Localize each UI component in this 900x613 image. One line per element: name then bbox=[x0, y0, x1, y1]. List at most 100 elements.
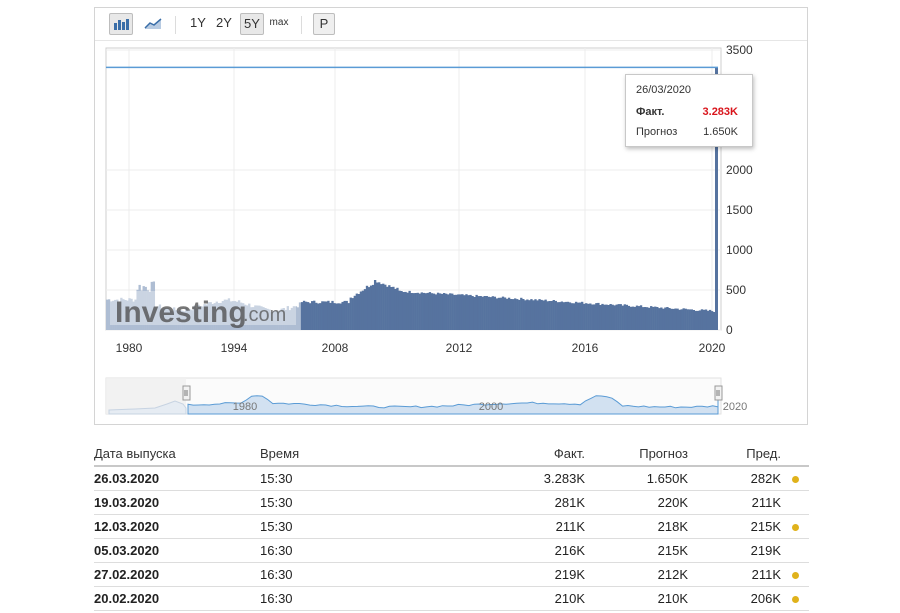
row-previous: 282K bbox=[688, 466, 781, 491]
row-time: 16:30 bbox=[260, 562, 460, 587]
chart-bar bbox=[672, 308, 675, 330]
row-actual: 216K bbox=[460, 538, 585, 563]
chart-bar bbox=[601, 303, 604, 330]
chart-bar bbox=[481, 296, 484, 330]
chart-bar bbox=[497, 297, 501, 330]
chart-bar bbox=[520, 297, 523, 330]
row-date: 27.02.2020 bbox=[94, 562, 260, 587]
chart-bar bbox=[487, 296, 490, 330]
chart-bar bbox=[418, 293, 421, 330]
chart-bar bbox=[550, 301, 553, 330]
chart-bar bbox=[428, 292, 432, 330]
row-actual: 281K bbox=[460, 490, 585, 515]
chart-bar bbox=[676, 308, 679, 330]
chart-bar bbox=[386, 286, 389, 330]
header-time[interactable]: Время bbox=[260, 441, 460, 467]
chart-bar bbox=[544, 299, 547, 330]
chart-bar bbox=[505, 298, 509, 330]
chart-bar bbox=[526, 299, 529, 330]
revision-dot-icon bbox=[791, 524, 799, 531]
row-forecast: 220K bbox=[585, 490, 688, 515]
header-forecast[interactable]: Прогноз bbox=[585, 441, 688, 467]
chart-bar bbox=[503, 297, 507, 330]
chart-bar bbox=[597, 302, 600, 330]
chart-bar bbox=[479, 296, 482, 330]
chart-bar bbox=[654, 306, 657, 330]
chart-bar bbox=[398, 290, 401, 330]
chart-bar bbox=[353, 295, 356, 330]
chart-bar bbox=[585, 303, 588, 330]
chart-bar bbox=[319, 303, 322, 330]
chart-bar bbox=[587, 303, 590, 330]
row-previous: 211K bbox=[688, 562, 781, 587]
chart-bar bbox=[394, 288, 397, 330]
chart-bar bbox=[410, 293, 413, 330]
chart-bar bbox=[684, 308, 687, 330]
x-tick-label: 1994 bbox=[221, 341, 248, 355]
chart-bar bbox=[321, 301, 324, 330]
y-tick-label: 3500 bbox=[726, 43, 753, 57]
chart-bar bbox=[623, 304, 626, 330]
chart-bar bbox=[560, 301, 564, 330]
x-tick-label: 2012 bbox=[446, 341, 473, 355]
chart-bar bbox=[375, 282, 379, 330]
chart-bar bbox=[380, 284, 383, 330]
chart-bar bbox=[313, 300, 316, 330]
x-axis-ticks: 1980 1994 2008 2012 2016 2020 bbox=[116, 341, 726, 355]
table-row: 27.02.2020 16:30 219K 212K 211K bbox=[94, 562, 809, 587]
chart-bar bbox=[390, 287, 393, 330]
chart-bar bbox=[576, 302, 580, 330]
chart-bar bbox=[562, 302, 566, 330]
chart-bar bbox=[384, 284, 387, 330]
chart-bar bbox=[682, 308, 685, 330]
chart-bar bbox=[445, 293, 448, 330]
chart-bar bbox=[670, 308, 673, 330]
chart-bar bbox=[369, 285, 373, 330]
chart-bar bbox=[546, 301, 549, 330]
chart-bar bbox=[485, 296, 488, 330]
chart-bar bbox=[329, 302, 332, 330]
chart-bar bbox=[572, 303, 576, 330]
chart-bar bbox=[347, 303, 350, 330]
table-row: 19.03.2020 15:30 281K 220K 211K bbox=[94, 490, 809, 515]
chart-bar bbox=[583, 303, 586, 330]
chart-bar bbox=[351, 298, 354, 330]
row-status bbox=[781, 586, 809, 611]
header-dot bbox=[781, 441, 809, 467]
chart-bar bbox=[296, 307, 300, 330]
row-previous: 219K bbox=[688, 538, 781, 563]
chart-bar bbox=[499, 297, 503, 330]
chart-bar bbox=[574, 301, 578, 330]
chart-bar bbox=[629, 306, 633, 330]
chart-bar bbox=[658, 308, 661, 330]
row-date: 20.02.2020 bbox=[94, 586, 260, 611]
chart-bar bbox=[524, 300, 527, 330]
header-previous[interactable]: Пред. bbox=[688, 441, 781, 467]
chart-bar bbox=[692, 310, 695, 330]
chart-bar bbox=[461, 294, 464, 330]
chart-bar bbox=[412, 293, 415, 330]
chart-bar bbox=[633, 306, 637, 330]
chart-bar bbox=[392, 286, 395, 330]
chart-bar bbox=[613, 305, 616, 330]
chart-bar bbox=[455, 294, 458, 330]
row-time: 16:30 bbox=[260, 538, 460, 563]
chart-bar bbox=[463, 295, 466, 330]
chart-bar bbox=[345, 300, 348, 330]
chart-bar bbox=[648, 307, 651, 330]
chart-bar bbox=[694, 310, 698, 330]
chart-bar bbox=[434, 294, 438, 330]
header-date[interactable]: Дата выпуска bbox=[94, 441, 260, 467]
chart-bar bbox=[343, 300, 346, 330]
chart-bar bbox=[365, 285, 369, 330]
row-status bbox=[781, 562, 809, 587]
chart-bar bbox=[339, 303, 342, 330]
header-actual[interactable]: Факт. bbox=[460, 441, 585, 467]
navigator-label: 2000 bbox=[479, 401, 503, 413]
chart-bar bbox=[440, 293, 444, 330]
chart-bar bbox=[491, 296, 495, 330]
chart-tooltip: 26/03/2020 Факт. 3.283K Прогноз 1.650K bbox=[625, 74, 753, 147]
row-actual: 219K bbox=[460, 562, 585, 587]
chart-bar bbox=[516, 299, 519, 330]
row-status bbox=[781, 514, 809, 539]
